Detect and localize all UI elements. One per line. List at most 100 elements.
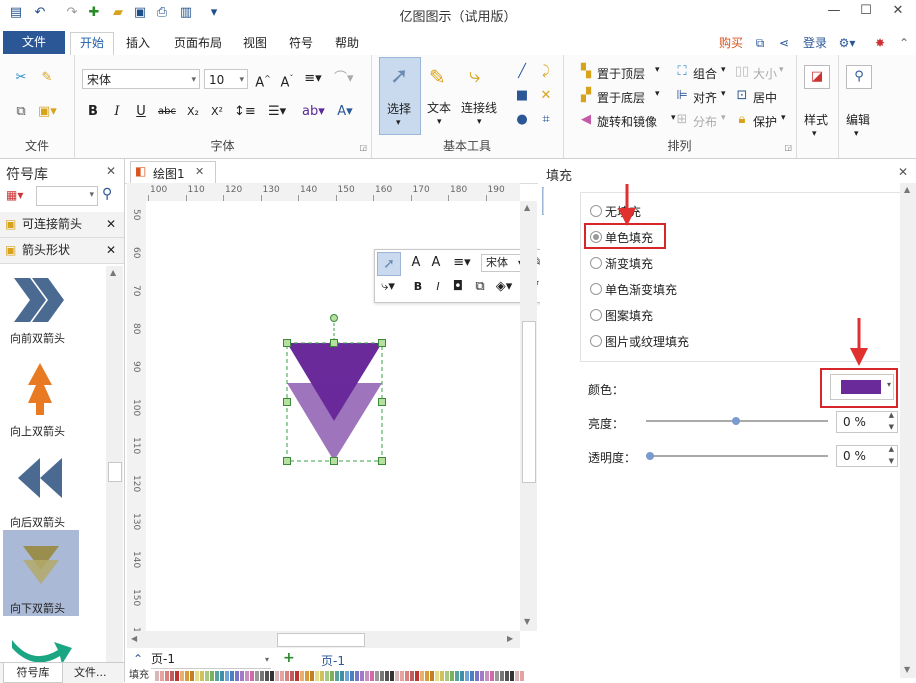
protect-button[interactable]: 🔒︎ 保护 ▾ <box>733 111 791 129</box>
palette-swatch[interactable] <box>265 671 269 681</box>
palette-swatch[interactable] <box>515 671 519 681</box>
palette-swatch[interactable] <box>475 671 479 681</box>
option-picture-fill[interactable]: 图片或纹理填充 <box>605 333 689 350</box>
palette-swatch[interactable] <box>160 671 164 681</box>
palette-swatch[interactable] <box>220 671 224 681</box>
palette-swatch[interactable] <box>280 671 284 681</box>
page-nav-up-icon[interactable]: ⌃ <box>133 652 143 666</box>
palette-swatch[interactable] <box>355 671 359 681</box>
ellipse-icon[interactable]: ● <box>513 111 531 129</box>
underline-icon[interactable]: U <box>132 103 150 121</box>
canvas-vertical-scrollbar[interactable]: ▲ ▼ <box>520 201 537 631</box>
palette-swatch[interactable] <box>285 671 289 681</box>
palette-swatch[interactable] <box>335 671 339 681</box>
palette-swatch[interactable] <box>395 671 399 681</box>
palette-swatch[interactable] <box>370 671 374 681</box>
subscript-icon[interactable]: X₂ <box>184 103 202 121</box>
palette-swatch[interactable] <box>325 671 329 681</box>
palette-swatch[interactable] <box>495 671 499 681</box>
float-grow-font-icon[interactable]: A <box>407 254 425 272</box>
float-connector-icon[interactable]: ⤷▾ <box>379 278 397 296</box>
palette-swatch[interactable] <box>260 671 264 681</box>
brightness-slider-thumb[interactable] <box>732 417 740 425</box>
fill-panel-scrollbar[interactable]: ▲ ▼ <box>900 183 916 678</box>
settings-icon[interactable]: ⚙▾ <box>836 33 858 54</box>
page-select[interactable]: 页-1 ▾ <box>151 651 271 669</box>
palette-swatch[interactable] <box>455 671 459 681</box>
close-icon[interactable]: ✕ <box>888 3 908 21</box>
palette-swatch[interactable] <box>410 671 414 681</box>
align-button[interactable]: ⊫ 对齐 ▾ <box>673 87 729 105</box>
palette-swatch[interactable] <box>185 671 189 681</box>
palette-swatch[interactable] <box>195 671 199 681</box>
radio-no-fill[interactable] <box>590 205 602 217</box>
font-size-select[interactable]: 10 ▾ <box>204 69 248 89</box>
palette-swatch[interactable] <box>205 671 209 681</box>
shape-up-double-arrow[interactable]: 向上双箭头 <box>0 353 80 439</box>
shape-backward-double-arrow[interactable]: 向后双箭头 <box>0 444 80 530</box>
rectangle-icon[interactable]: ■ <box>513 87 531 105</box>
canvas-scroll-left-icon[interactable]: ◀ <box>131 634 137 643</box>
palette-swatch[interactable] <box>165 671 169 681</box>
palette-swatch[interactable] <box>365 671 369 681</box>
transparency-slider-track[interactable] <box>646 455 828 457</box>
select-tool-button[interactable]: ➚ 选择 ▾ <box>379 57 421 135</box>
superscript-icon[interactable]: X² <box>208 103 226 121</box>
document-tab[interactable]: ◧ 绘图1 ✕ <box>130 161 216 183</box>
palette-swatch[interactable] <box>225 671 229 681</box>
format-painter-icon[interactable]: ✎ <box>38 69 56 87</box>
canvas-scroll-up-icon[interactable]: ▲ <box>524 203 530 212</box>
file-menu-button[interactable]: 文件 <box>3 31 65 54</box>
palette-swatch[interactable] <box>300 671 304 681</box>
tab-help[interactable]: 帮助 <box>332 33 362 54</box>
palette-swatch[interactable] <box>490 671 494 681</box>
theme-icon[interactable]: ✸ <box>872 33 888 54</box>
palette-swatch[interactable] <box>520 671 524 681</box>
transparency-slider-thumb[interactable] <box>646 452 654 460</box>
login-link[interactable]: 登录 <box>800 33 830 54</box>
shape-down-double-arrow[interactable]: 向下双箭头 <box>3 530 79 616</box>
canvas-scroll-right-icon[interactable]: ▶ <box>507 634 513 643</box>
library-close-icon[interactable]: ✕ <box>106 238 116 263</box>
palette-swatch[interactable] <box>310 671 314 681</box>
tab-symbol-library[interactable]: 符号库 <box>3 663 63 683</box>
palette-swatch[interactable] <box>405 671 409 681</box>
shape-curved-arrow[interactable] <box>0 626 80 662</box>
collapse-ribbon-icon[interactable]: ⌃ <box>896 33 912 54</box>
brightness-input[interactable]: 0 % ▲ ▼ <box>836 411 898 433</box>
float-front-icon[interactable]: ◘ <box>449 278 467 296</box>
crop-icon[interactable]: ⌗ <box>537 111 555 129</box>
palette-swatch[interactable] <box>500 671 504 681</box>
palette-swatch[interactable] <box>345 671 349 681</box>
shape-forward-double-arrow[interactable]: 向前双箭头 <box>0 266 80 346</box>
bold-icon[interactable]: B <box>84 103 102 121</box>
canvas-hscroll-thumb[interactable] <box>277 633 365 647</box>
palette-swatch[interactable] <box>270 671 274 681</box>
palette-swatch[interactable] <box>485 671 489 681</box>
palette-swatch[interactable] <box>255 671 259 681</box>
palette-swatch[interactable] <box>190 671 194 681</box>
palette-swatch[interactable] <box>400 671 404 681</box>
fill-panel-close-icon[interactable]: ✕ <box>898 165 908 179</box>
tab-symbol[interactable]: 符号 <box>286 33 316 54</box>
canvas-scroll-down-icon[interactable]: ▼ <box>524 617 530 626</box>
palette-swatches[interactable] <box>155 671 525 681</box>
layout-icon[interactable]: ⧉ <box>752 33 768 54</box>
scroll-thumb[interactable] <box>108 462 122 482</box>
group-button[interactable]: ⛶ 组合 ▾ <box>673 63 729 81</box>
palette-swatch[interactable] <box>375 671 379 681</box>
float-italic-icon[interactable]: I <box>429 278 447 296</box>
bullets-icon[interactable]: ☰▾ <box>268 103 286 121</box>
palette-swatch[interactable] <box>460 671 464 681</box>
tab-insert[interactable]: 插入 <box>122 33 154 54</box>
paste-icon[interactable]: ▣▾ <box>38 103 57 121</box>
palette-swatch[interactable] <box>425 671 429 681</box>
float-fill-icon[interactable]: ◈▾ <box>495 278 513 296</box>
palette-swatch[interactable] <box>465 671 469 681</box>
canvas-vscroll-thumb[interactable] <box>522 321 536 483</box>
shrink-font-icon[interactable]: Aˇ <box>278 70 296 90</box>
scroll-up-icon[interactable]: ▲ <box>110 268 116 277</box>
highlight-icon[interactable]: ab▾ <box>302 103 325 121</box>
font-color-icon[interactable]: A▾ <box>336 103 354 121</box>
page-tab[interactable]: 页-1 <box>321 652 345 669</box>
